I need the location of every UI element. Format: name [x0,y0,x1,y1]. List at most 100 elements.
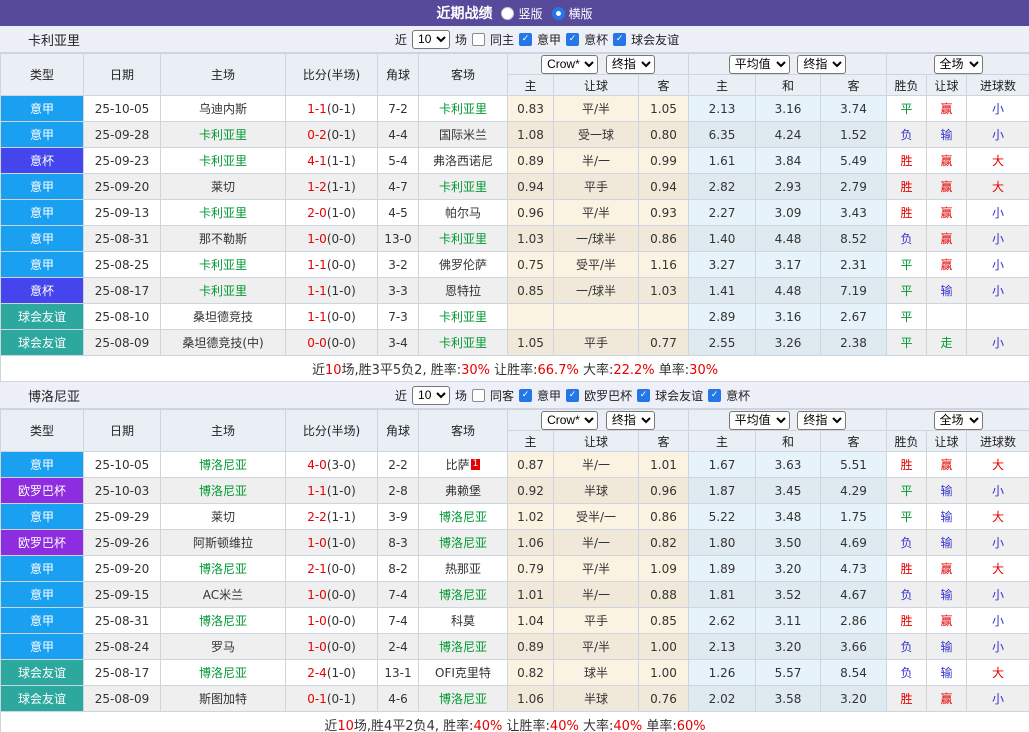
match-row: 欧罗巴杯 25-09-26 阿斯顿维拉 1-0(1-0) 8-3 博洛尼亚 1.06 半/一 0… [0,529,1029,556]
radio-icon[interactable] [501,6,515,20]
league-filter-checkbox[interactable] [613,32,627,46]
fulltime-score: 2-2 [307,509,327,524]
col-header-type: 类型 [0,53,84,96]
avg-stage-select[interactable]: 终指 [797,410,847,430]
topbar: 近期战绩 竖版 横版 [0,0,1029,26]
sub-col-avg-draw: 和 [755,430,821,452]
home-team: 卡利亚里 [160,147,286,174]
score-cell: 2-1(0-0) [285,555,378,582]
away-team-name: OFI克里特 [435,666,491,680]
odds-provider-select[interactable]: Crow* [541,54,599,74]
avg-home: 2.82 [688,173,756,200]
odds-stage-select[interactable]: 终指 [605,410,655,430]
halftime-score: (0-0) [326,257,356,272]
result-badge: 胜 [886,555,928,582]
halftime-score: (1-0) [326,205,356,220]
horizontal-layout-radio[interactable]: 横版 [551,5,593,22]
filter-bar: 近 10 场 同客 意甲 欧罗巴杯 球会友谊 意杯 [395,385,750,405]
odds-away: 0.80 [638,121,689,148]
col-header-date: 日期 [83,53,161,96]
scope-select[interactable]: 全场 [933,410,983,430]
average-select[interactable]: 平均值 [728,410,790,430]
summary-text: 单率: [642,719,677,732]
avg-home: 1.40 [688,225,756,252]
home-team: 卡利亚里 [160,277,286,304]
odds-away: 0.82 [638,529,689,556]
away-team-name: 卡利亚里 [438,336,487,350]
away-team-name: 恩特拉 [444,284,481,298]
odds-handicap: 球半 [553,659,639,686]
odds-handicap: 平/半 [553,199,639,226]
same-venue-checkbox[interactable] [472,32,486,46]
section-header-bologna: 博洛尼亚 近 10 场 同客 意甲 欧罗巴杯 球会友谊 意杯 [0,382,1029,409]
score-cell: 1-1(0-1) [285,95,378,122]
team-name: 博洛尼亚 [28,389,81,405]
same-venue-label: 同客 [490,388,515,403]
result-group: 全场 [886,53,1029,75]
avg-away: 2.86 [819,607,888,634]
match-row: 意甲 25-09-15 AC米兰 1-0(0-0) 7-4 博洛尼亚 1.01 半/一 0.88… [0,581,1029,608]
handicap-odds-group: Crow* 终指 [507,53,689,75]
league-filter-checkbox[interactable] [708,388,722,402]
avg-away: 8.54 [819,659,888,686]
odds-away: 0.88 [638,581,689,608]
odds-provider-select[interactable]: Crow* [541,410,599,430]
league-filter-checkbox[interactable] [637,388,651,402]
avg-stage-select[interactable]: 终指 [797,54,847,74]
odds-handicap: 半球 [553,477,639,504]
league-badge: 意甲 [0,581,84,608]
match-date: 25-10-05 [83,451,161,478]
sub-col-home-odds: 主 [507,74,554,96]
avg-home: 1.80 [688,529,756,556]
odds-home: 0.96 [507,199,554,226]
away-team-name: 卡利亚里 [438,102,487,116]
avg-away: 3.43 [819,199,888,226]
league-filter-checkbox[interactable] [519,32,533,46]
summary-text: 近 [324,719,338,732]
odds-handicap: 平手 [553,329,639,356]
match-row: 球会友谊 25-08-10 桑坦德竞技 1-1(0-0) 7-3 卡利亚里 2.89 3.16… [0,303,1029,330]
scope-select[interactable]: 全场 [933,54,983,74]
odds-home: 0.94 [507,173,554,200]
league-filter-checkbox[interactable] [519,388,533,402]
fulltime-score: 0-2 [307,127,327,142]
goals-result: 小 [966,251,1029,278]
summary-value: 60% [676,719,706,732]
halftime-score: (0-0) [326,335,356,350]
result-badge: 平 [886,277,928,304]
unit-label: 场 [455,388,468,403]
recent-count-select[interactable]: 10 [412,385,451,405]
handicap-result: 输 [926,503,968,530]
summary-text: 场,胜3平5负2, 胜率: [341,363,462,378]
away-team: 比萨 1 [418,451,508,478]
avg-draw: 3.16 [755,303,821,330]
score-cell: 0-1(0-1) [285,685,378,712]
same-venue-checkbox[interactable] [472,388,486,402]
odds-stage-select[interactable]: 终指 [605,54,655,74]
handicap-result: 输 [926,121,968,148]
league-filter-checkbox[interactable] [566,32,580,46]
league-filter-checkbox[interactable] [566,388,580,402]
avg-draw: 3.11 [755,607,821,634]
vertical-layout-radio[interactable]: 竖版 [501,5,543,22]
handicap-result [926,303,968,330]
match-date: 25-09-20 [83,555,161,582]
average-select[interactable]: 平均值 [728,54,790,74]
goals-result: 大 [966,173,1029,200]
handicap-result: 赢 [926,147,968,174]
handicap-result: 输 [926,633,968,660]
summary-text: 场,胜4平2负4, 胜率: [353,719,474,732]
league-filter-label: 欧罗巴杯 [584,388,633,403]
fulltime-score: 1-1 [307,309,327,324]
away-team-name: 国际米兰 [438,128,487,142]
home-team: 博洛尼亚 [160,451,286,478]
recent-count-select[interactable]: 10 [412,29,451,49]
odds-handicap: 半/一 [553,451,639,478]
score-cell: 4-0(3-0) [285,451,378,478]
near-label: 近 [395,32,408,47]
odds-away: 0.86 [638,503,689,530]
summary-value: 40% [549,719,579,732]
radio-selected-icon[interactable] [551,6,565,20]
handicap-result: 赢 [926,225,968,252]
handicap-result: 赢 [926,685,968,712]
